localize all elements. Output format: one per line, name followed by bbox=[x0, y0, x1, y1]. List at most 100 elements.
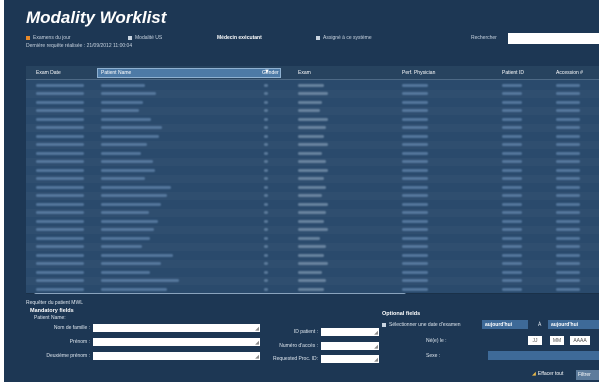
table-cell-redacted bbox=[556, 253, 580, 257]
exam-date-option[interactable]: Sélectionner une date d'examen bbox=[382, 322, 461, 328]
table-cell-redacted bbox=[556, 202, 580, 206]
table-row[interactable] bbox=[26, 183, 599, 192]
horizontal-scrollbar[interactable] bbox=[26, 293, 599, 294]
table-cell-redacted bbox=[264, 185, 268, 189]
table-cell-redacted bbox=[502, 287, 522, 291]
table-cell-redacted bbox=[36, 177, 84, 180]
table-cell-redacted bbox=[36, 219, 84, 223]
column-patient-name[interactable]: Patient Name bbox=[101, 70, 131, 76]
table-cell-redacted bbox=[264, 253, 268, 257]
worklist-table[interactable]: ▼ Exam Date Patient Name Gender Exam Per… bbox=[26, 66, 599, 294]
checkbox-exam-date[interactable] bbox=[382, 323, 386, 327]
table-cell-redacted bbox=[402, 92, 428, 95]
table-cell-redacted bbox=[402, 211, 428, 214]
column-perf-physician[interactable]: Perf. Physician bbox=[402, 70, 435, 76]
table-cell-redacted bbox=[298, 160, 326, 163]
table-row[interactable] bbox=[26, 234, 599, 243]
table-cell-redacted bbox=[264, 83, 268, 87]
table-cell-redacted bbox=[556, 211, 580, 214]
table-cell-redacted bbox=[36, 160, 84, 163]
table-cell-redacted bbox=[264, 202, 268, 206]
table-row[interactable] bbox=[26, 217, 599, 226]
table-row[interactable] bbox=[26, 209, 599, 218]
filter-button[interactable]: Filtrer bbox=[576, 370, 599, 380]
table-cell-redacted bbox=[556, 219, 580, 223]
table-cell-redacted bbox=[36, 253, 84, 257]
search-input[interactable] bbox=[508, 33, 599, 44]
date-from-field[interactable]: aujourd'hui bbox=[482, 320, 528, 329]
table-cell-redacted bbox=[402, 143, 428, 146]
table-cell-redacted bbox=[36, 126, 84, 129]
table-cell-redacted bbox=[556, 177, 580, 180]
table-cell-redacted bbox=[101, 228, 154, 231]
table-cell-redacted bbox=[298, 134, 324, 138]
table-row[interactable] bbox=[26, 175, 599, 184]
table-row[interactable] bbox=[26, 149, 599, 158]
filter-today[interactable]: Examens du jour bbox=[26, 35, 71, 41]
table-cell-redacted bbox=[298, 185, 326, 189]
table-cell-redacted bbox=[502, 211, 522, 214]
filter-modality[interactable]: Modalité US bbox=[128, 35, 162, 41]
table-cell-redacted bbox=[298, 236, 320, 240]
accession-field[interactable]: ◢ bbox=[321, 342, 379, 350]
column-accession[interactable]: Accession # bbox=[556, 70, 583, 76]
last-request-status: Dernière requête réalisée : 21/09/2012 1… bbox=[26, 43, 133, 49]
table-row[interactable] bbox=[26, 81, 599, 90]
table-cell-redacted bbox=[264, 168, 268, 172]
table-cell-redacted bbox=[556, 117, 580, 121]
table-cell-redacted bbox=[298, 143, 328, 146]
table-row[interactable] bbox=[26, 158, 599, 167]
horizontal-scrollbar-thumb[interactable] bbox=[34, 293, 406, 294]
filter-physician[interactable]: Médecin exécutant bbox=[217, 35, 262, 41]
table-cell-redacted bbox=[502, 168, 522, 172]
column-gender[interactable]: Gender bbox=[262, 70, 279, 76]
column-exam[interactable]: Exam bbox=[298, 70, 311, 76]
column-exam-date[interactable]: Exam Date bbox=[36, 70, 61, 76]
last-name-field[interactable]: ◢ bbox=[93, 324, 260, 332]
birth-day-field[interactable]: JJ bbox=[528, 336, 542, 345]
birth-year-field[interactable]: AAAA bbox=[570, 336, 590, 345]
table-row[interactable] bbox=[26, 90, 599, 99]
column-patient-id[interactable]: Patient ID bbox=[502, 70, 524, 76]
table-cell-redacted bbox=[101, 279, 179, 282]
first-name-field[interactable]: ◢ bbox=[93, 338, 260, 346]
table-row[interactable] bbox=[26, 141, 599, 150]
patient-id-field[interactable]: ◢ bbox=[321, 328, 379, 336]
table-cell-redacted bbox=[101, 270, 150, 274]
table-cell-redacted bbox=[36, 134, 84, 138]
table-row[interactable] bbox=[26, 124, 599, 133]
table-cell-redacted bbox=[402, 126, 428, 129]
table-row[interactable] bbox=[26, 132, 599, 141]
checkbox-assigned[interactable] bbox=[316, 36, 320, 40]
table-row[interactable] bbox=[26, 166, 599, 175]
table-cell-redacted bbox=[298, 109, 320, 112]
middle-name-field[interactable]: ◢ bbox=[93, 352, 260, 360]
table-cell-redacted bbox=[402, 279, 428, 282]
checkbox-modality[interactable] bbox=[128, 36, 132, 40]
table-cell-redacted bbox=[502, 194, 522, 197]
clear-all-button[interactable]: ◢ Effacer tout bbox=[532, 371, 563, 377]
table-row[interactable] bbox=[26, 277, 599, 286]
table-row[interactable] bbox=[26, 243, 599, 252]
table-row[interactable] bbox=[26, 192, 599, 201]
table-row[interactable] bbox=[26, 98, 599, 107]
search-label: Rechercher bbox=[471, 35, 497, 41]
table-cell-redacted bbox=[36, 151, 84, 155]
table-row[interactable] bbox=[26, 251, 599, 260]
broom-icon: ◢ bbox=[532, 371, 536, 377]
date-to-field[interactable]: aujourd'hui bbox=[548, 320, 599, 329]
table-row[interactable] bbox=[26, 268, 599, 277]
table-row[interactable] bbox=[26, 260, 599, 269]
checkbox-today[interactable] bbox=[26, 36, 30, 40]
table-cell-redacted bbox=[402, 177, 428, 180]
filter-assigned[interactable]: Assigné à ce système bbox=[316, 35, 372, 41]
sex-select[interactable] bbox=[488, 351, 599, 360]
table-row[interactable] bbox=[26, 115, 599, 124]
requested-proc-field[interactable]: ◢ bbox=[321, 355, 379, 363]
table-row[interactable] bbox=[26, 226, 599, 235]
table-row[interactable] bbox=[26, 200, 599, 209]
table-cell-redacted bbox=[36, 109, 84, 112]
table-row[interactable] bbox=[26, 107, 599, 116]
birth-month-field[interactable]: MM bbox=[550, 336, 564, 345]
mandatory-title: Mandatory fields bbox=[30, 308, 74, 314]
